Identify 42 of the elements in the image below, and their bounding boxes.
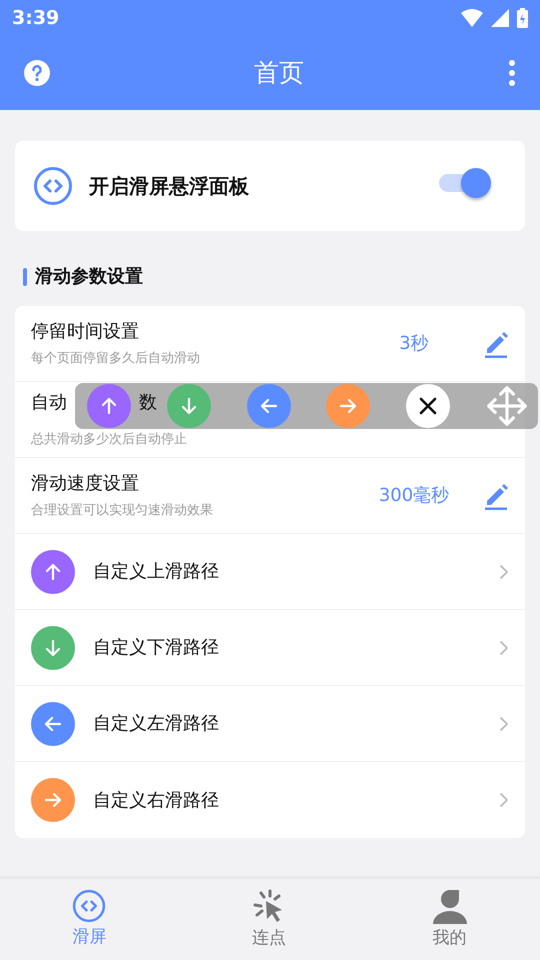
swipe-icon: [72, 888, 106, 923]
nav-tab[interactable]: 我的: [432, 888, 468, 952]
close-button[interactable]: [406, 384, 450, 428]
signal-icon: [491, 9, 509, 27]
left-arrow-button[interactable]: [246, 384, 291, 428]
path-title: 自定义左滑路径: [93, 712, 220, 736]
wifi-icon: [461, 9, 483, 27]
edit-icon[interactable]: [483, 482, 509, 510]
setting-title-fragment: 自动: [31, 390, 67, 414]
setting-title: 停留时间设置: [31, 320, 140, 344]
switch-label: 开启滑屏悬浮面板: [89, 173, 250, 200]
help-icon[interactable]: [22, 58, 52, 88]
chevron-icon: [499, 716, 509, 732]
setting-value: 3秒: [398, 332, 430, 356]
edit-icon[interactable]: [483, 330, 509, 358]
chevron-icon: [499, 564, 509, 580]
path-title: 自定义上滑路径: [93, 560, 220, 584]
down-arrow-button[interactable]: [166, 384, 211, 428]
setting-value: 300毫秒: [378, 484, 450, 508]
path-title: 自定义下滑路径: [93, 636, 220, 660]
chevron-icon: [499, 792, 509, 808]
nav-tab[interactable]: 连点: [250, 888, 287, 952]
person-icon: [432, 888, 468, 924]
section-marker: [23, 268, 27, 286]
right-arrow-button[interactable]: [326, 384, 370, 428]
more-menu-icon[interactable]: [506, 58, 518, 88]
chevron-icon: [499, 640, 509, 656]
move-handle-icon[interactable]: [486, 385, 528, 427]
up-arrow-button[interactable]: [87, 384, 131, 428]
setting-title: 滑动速度设置: [31, 472, 140, 496]
section-title: 滑动参数设置: [35, 265, 143, 289]
path-title: 自定义右滑路径: [93, 788, 220, 812]
setting-title-fragment: 数: [139, 390, 157, 414]
swipe-panel-icon: [33, 166, 73, 206]
toggle-switch[interactable]: [439, 170, 491, 194]
status-time: 3:39: [12, 6, 60, 31]
setting-description: 合理设置可以实现匀速滑动效果: [31, 502, 214, 520]
battery-icon: [517, 8, 528, 28]
setting-description: 每个页面停留多久后自动滑动: [31, 350, 201, 368]
setting-description: 总共滑动多少次后自动停止: [31, 430, 188, 448]
nav-tab[interactable]: 滑屏: [72, 888, 106, 950]
page-title: 首页: [254, 57, 304, 90]
